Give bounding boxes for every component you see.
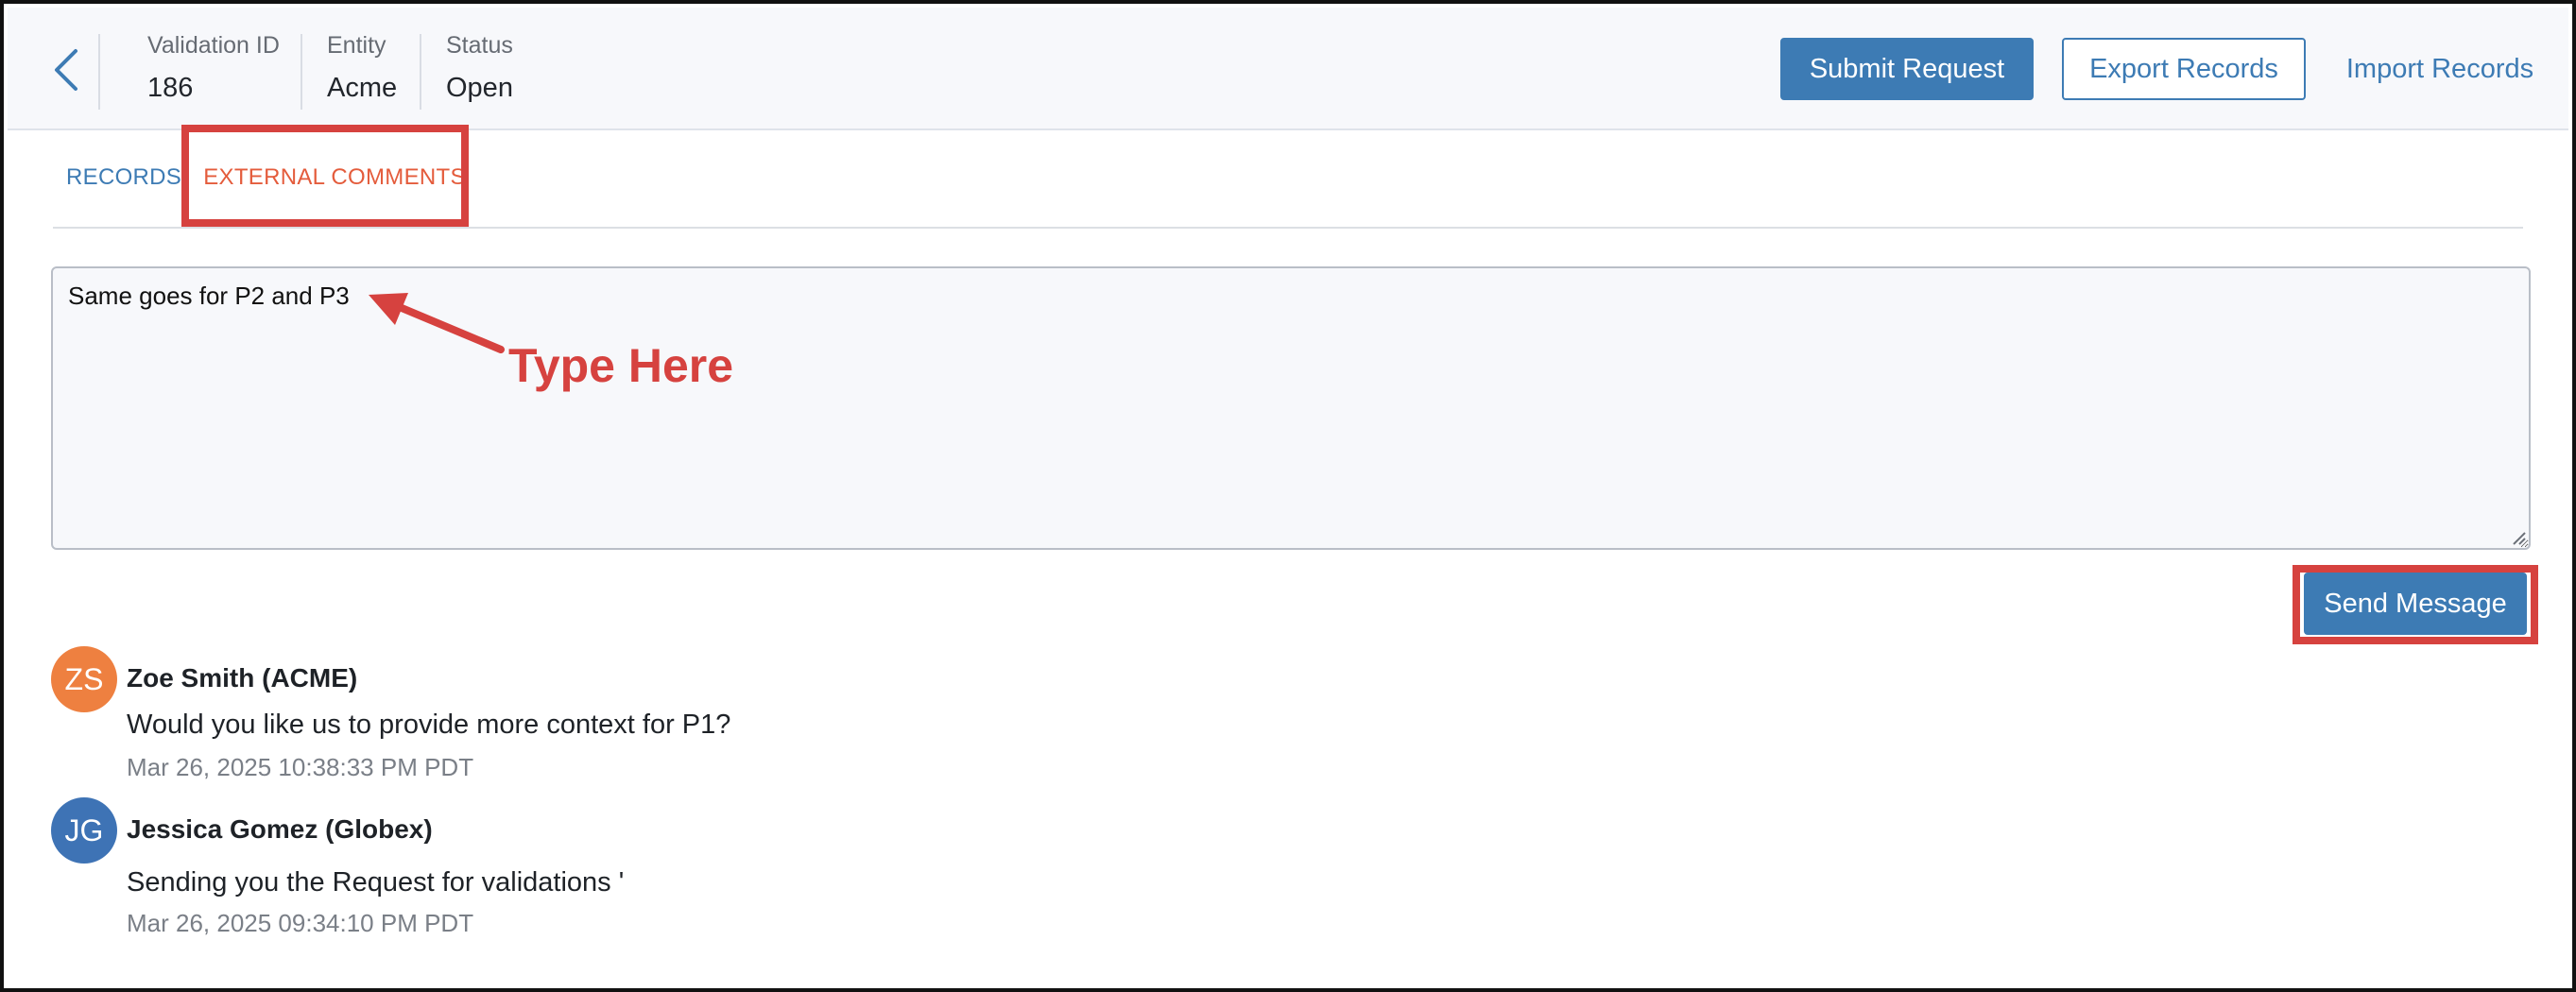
status-value: Open <box>446 73 513 103</box>
tab-records[interactable]: RECORDS <box>66 128 181 227</box>
avatar: ZS <box>51 646 117 712</box>
export-records-button[interactable]: Export Records <box>2062 38 2306 100</box>
status-label: Status <box>446 32 513 59</box>
entity-field: Entity Acme <box>327 32 397 104</box>
submit-request-button[interactable]: Submit Request <box>1780 38 2034 100</box>
message-text: Sending you the Request for validations … <box>127 867 625 898</box>
annotation-label: Type Here <box>508 339 734 392</box>
annotation-arrow-icon <box>369 293 505 353</box>
divider <box>98 34 100 110</box>
send-message-button[interactable]: Send Message <box>2304 573 2527 635</box>
back-button[interactable] <box>40 42 93 98</box>
message-author: Jessica Gomez (Globex) <box>127 814 433 844</box>
message-timestamp: Mar 26, 2025 09:34:10 PM PDT <box>127 909 474 937</box>
message-timestamp: Mar 26, 2025 10:38:33 PM PDT <box>127 753 474 781</box>
entity-label: Entity <box>327 32 386 59</box>
validation-id-label: Validation ID <box>147 32 280 59</box>
validation-id-value: 186 <box>147 73 194 103</box>
import-records-button[interactable]: Import Records <box>2327 38 2553 100</box>
tab-bar: RECORDS EXTERNAL COMMENTS <box>53 128 2523 229</box>
resize-grip-icon[interactable] <box>2510 529 2527 546</box>
entity-value: Acme <box>327 73 398 103</box>
tab-external-comments[interactable]: EXTERNAL COMMENTS <box>197 128 472 227</box>
avatar: JG <box>51 797 117 864</box>
divider <box>420 34 421 110</box>
header-bar: Validation ID 186 Entity Acme Status Ope… <box>8 8 2568 130</box>
divider <box>301 34 302 110</box>
message-author: Zoe Smith (ACME) <box>127 663 358 693</box>
chevron-left-icon <box>55 49 77 91</box>
validation-id-field: Validation ID 186 <box>147 32 280 104</box>
message-text: Would you like us to provide more contex… <box>127 710 731 740</box>
app-window: Validation ID 186 Entity Acme Status Ope… <box>0 0 2576 992</box>
status-field: Status Open <box>446 32 513 104</box>
